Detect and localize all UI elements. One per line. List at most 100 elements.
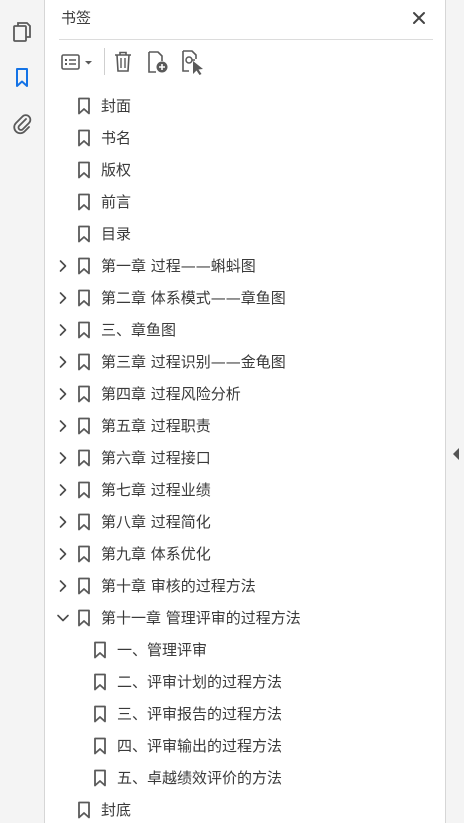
- bookmark-label: 第三章 过程识别——金龟图: [101, 353, 286, 371]
- collapse-panel-arrow-icon[interactable]: [451, 447, 461, 461]
- options-menu-button[interactable]: [59, 48, 99, 76]
- delete-bookmark-icon: [115, 51, 131, 72]
- bookmark-label: 五、卓越绩效评价的方法: [117, 769, 283, 787]
- bookmark-icon: [93, 641, 107, 659]
- new-bookmark-from-structure-icon: [182, 50, 203, 75]
- bookmark-label: 四、评审输出的过程方法: [117, 737, 283, 755]
- attachment-icon[interactable]: [8, 110, 36, 138]
- close-icon: [413, 12, 425, 24]
- bookmark-item[interactable]: 第七章 过程业绩: [45, 474, 445, 506]
- bookmark-label: 一、管理评审: [117, 641, 208, 659]
- panel-resize-strip[interactable]: [445, 0, 464, 823]
- bookmark-icon[interactable]: [8, 64, 36, 92]
- new-bookmark-icon: [148, 51, 168, 73]
- bookmark-icon: [93, 705, 107, 723]
- bookmark-icon: [77, 801, 91, 819]
- chevron-right-icon[interactable]: [56, 355, 70, 369]
- bookmark-icon: [77, 385, 91, 403]
- chevron-right-icon[interactable]: [56, 419, 70, 433]
- bookmark-icon: [77, 513, 91, 531]
- bookmark-label: 三、评审报告的过程方法: [117, 705, 283, 723]
- bookmark-item[interactable]: 第八章 过程简化: [45, 506, 445, 538]
- bookmark-label: 第九章 体系优化: [101, 545, 211, 563]
- bookmark-item[interactable]: 三、章鱼图: [45, 314, 445, 346]
- close-panel-button[interactable]: [409, 8, 429, 28]
- bookmark-icon: [77, 97, 91, 115]
- bookmark-label: 第十章 审核的过程方法: [101, 577, 256, 595]
- bookmark-label: 第五章 过程职责: [101, 417, 211, 435]
- bookmark-item[interactable]: 前言: [45, 186, 445, 218]
- bookmark-label: 第二章 体系模式——章鱼图: [101, 289, 286, 307]
- bookmark-item[interactable]: 一、管理评审: [45, 634, 445, 666]
- chevron-right-icon[interactable]: [56, 515, 70, 529]
- bookmark-label: 版权: [101, 161, 132, 179]
- chevron-right-icon[interactable]: [56, 259, 70, 273]
- bookmark-icon: [77, 193, 91, 211]
- pages-icon[interactable]: [8, 18, 36, 46]
- bookmark-label: 第六章 过程接口: [101, 449, 211, 467]
- bookmark-label: 第八章 过程简化: [101, 513, 211, 531]
- bookmark-item[interactable]: 封面: [45, 90, 445, 122]
- bookmark-label: 第十一章 管理评审的过程方法: [101, 609, 301, 627]
- bookmark-label: 前言: [101, 193, 132, 211]
- bookmark-label: 封面: [101, 97, 132, 115]
- bookmark-icon: [77, 449, 91, 467]
- bookmark-icon: [93, 673, 107, 691]
- bookmark-label: 封底: [101, 801, 132, 819]
- chevron-right-icon[interactable]: [56, 323, 70, 337]
- chevron-right-icon[interactable]: [56, 291, 70, 305]
- delete-bookmark-button[interactable]: [110, 48, 136, 76]
- bookmark-icon: [77, 161, 91, 179]
- bookmark-item[interactable]: 封底: [45, 794, 445, 826]
- bookmark-icon: [93, 737, 107, 755]
- bookmark-item[interactable]: 第四章 过程风险分析: [45, 378, 445, 410]
- bookmark-item[interactable]: 第六章 过程接口: [45, 442, 445, 474]
- bookmark-item[interactable]: 第九章 体系优化: [45, 538, 445, 570]
- navigation-rail: [0, 0, 45, 823]
- bookmark-icon: [77, 289, 91, 307]
- new-bookmark-button[interactable]: [144, 48, 172, 76]
- bookmark-label: 第七章 过程业绩: [101, 481, 211, 499]
- bookmark-icon: [77, 481, 91, 499]
- bookmark-item[interactable]: 第一章 过程——蝌蚪图: [45, 250, 445, 282]
- bookmark-icon: [77, 609, 91, 627]
- bookmarks-panel: 书签 封面 书名 版权 前言 目录 第一章 过程——蝌蚪图 第二章 体系模式——…: [45, 0, 445, 823]
- chevron-right-icon[interactable]: [56, 451, 70, 465]
- bookmark-label: 书名: [101, 129, 132, 147]
- chevron-down-icon[interactable]: [56, 611, 70, 625]
- bookmark-item[interactable]: 第五章 过程职责: [45, 410, 445, 442]
- bookmark-label: 第四章 过程风险分析: [101, 385, 241, 403]
- chevron-right-icon[interactable]: [56, 547, 70, 561]
- bookmark-icon: [77, 321, 91, 339]
- bookmark-icon: [77, 225, 91, 243]
- bookmark-label: 第一章 过程——蝌蚪图: [101, 257, 256, 275]
- panel-title: 书签: [61, 9, 92, 27]
- bookmark-item[interactable]: 书名: [45, 122, 445, 154]
- chevron-right-icon[interactable]: [56, 483, 70, 497]
- bookmark-icon: [77, 129, 91, 147]
- bookmark-item[interactable]: 三、评审报告的过程方法: [45, 698, 445, 730]
- bookmark-item[interactable]: 四、评审输出的过程方法: [45, 730, 445, 762]
- chevron-right-icon[interactable]: [56, 387, 70, 401]
- bookmark-label: 三、章鱼图: [101, 321, 177, 339]
- chevron-right-icon[interactable]: [56, 579, 70, 593]
- bookmark-label: 目录: [101, 225, 132, 243]
- bookmark-item[interactable]: 第十一章 管理评审的过程方法: [45, 602, 445, 634]
- bookmark-item[interactable]: 第十章 审核的过程方法: [45, 570, 445, 602]
- bookmark-item[interactable]: 目录: [45, 218, 445, 250]
- bookmark-item[interactable]: 二、评审计划的过程方法: [45, 666, 445, 698]
- bookmark-icon: [77, 257, 91, 275]
- new-bookmark-from-structure-button[interactable]: [178, 48, 208, 76]
- bookmark-icon: [77, 417, 91, 435]
- header-divider: [59, 39, 433, 40]
- options-menu-icon: [61, 54, 92, 70]
- bookmark-tree: 封面书名版权前言目录第一章 过程——蝌蚪图第二章 体系模式——章鱼图 三、章鱼图第…: [45, 90, 445, 826]
- bookmark-item[interactable]: 第二章 体系模式——章鱼图: [45, 282, 445, 314]
- bookmark-icon: [77, 353, 91, 371]
- bookmark-item[interactable]: 版权: [45, 154, 445, 186]
- bookmark-label: 二、评审计划的过程方法: [117, 673, 283, 691]
- bookmark-item[interactable]: 五、卓越绩效评价的方法: [45, 762, 445, 794]
- bookmark-icon: [77, 577, 91, 595]
- bookmark-icon: [93, 769, 107, 787]
- bookmark-item[interactable]: 第三章 过程识别——金龟图: [45, 346, 445, 378]
